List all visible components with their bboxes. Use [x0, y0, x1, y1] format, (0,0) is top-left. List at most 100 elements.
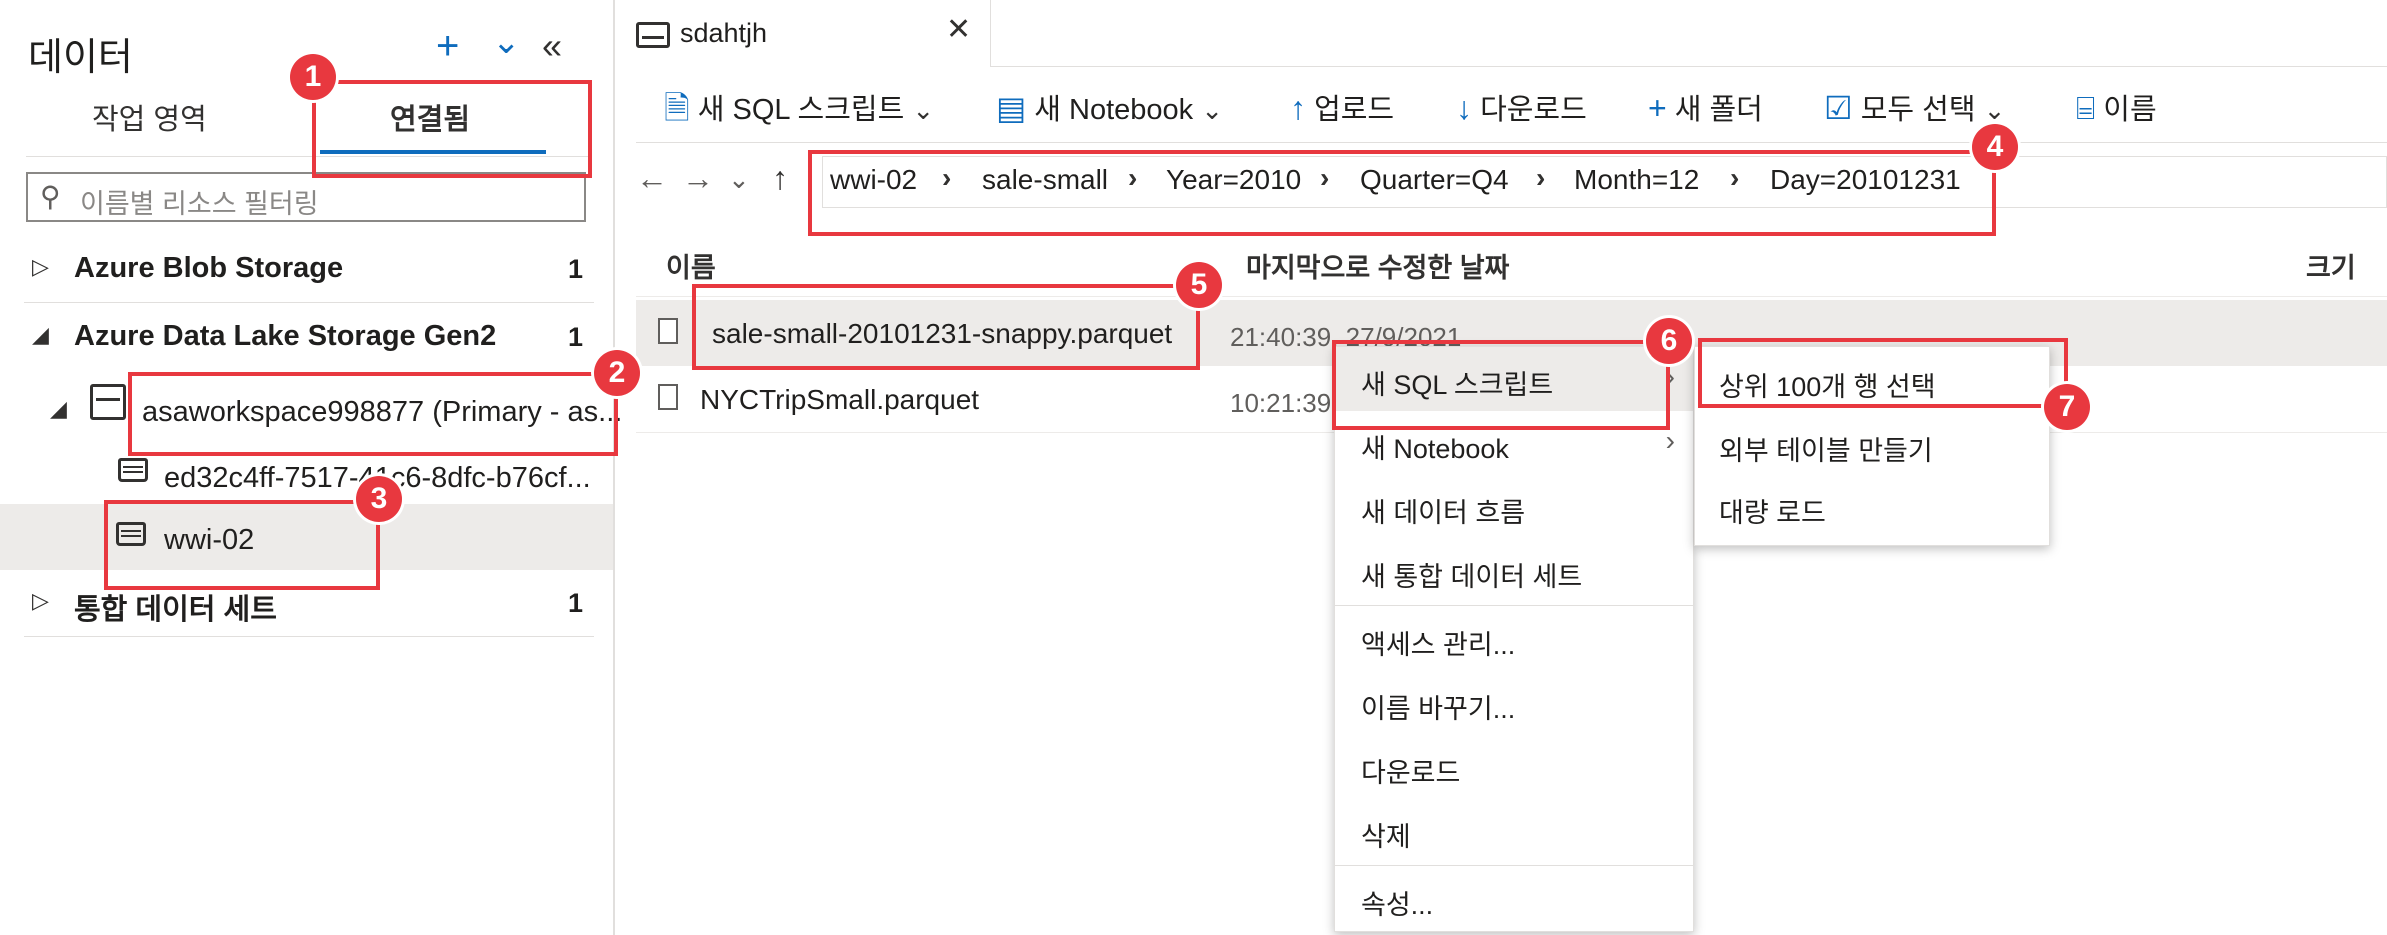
- menu-item-download[interactable]: 다운로드: [1335, 735, 1693, 799]
- tree-item-label: 통합 데이터 세트: [74, 594, 277, 626]
- button-label: 업로드: [1314, 94, 1395, 126]
- callout-box: [692, 284, 1200, 370]
- menu-item-rename[interactable]: 이름 바꾸기...: [1335, 671, 1693, 735]
- rename-icon: ⌸: [2076, 90, 2096, 126]
- menu-item-label: 새 데이터 흐름: [1361, 498, 1526, 528]
- tree-item-adls-gen2[interactable]: ◢ Azure Data Lake Storage Gen2 1: [0, 304, 613, 370]
- item-count: 1: [568, 322, 584, 352]
- back-arrow-icon[interactable]: ←: [636, 160, 668, 197]
- tree-item-azure-blob-storage[interactable]: ▷ Azure Blob Storage 1: [0, 236, 613, 302]
- callout-box: [128, 372, 618, 456]
- up-arrow-icon[interactable]: ↑: [772, 160, 788, 197]
- tree-item-label: Azure Data Lake Storage Gen2: [74, 320, 497, 352]
- file-modified-date: 10:21:39: [1230, 388, 1332, 418]
- new-sql-script-button[interactable]: 🗎 새 SQL 스크립트 ⌄: [664, 86, 934, 140]
- menu-item-delete[interactable]: 삭제: [1335, 799, 1693, 863]
- storage-account-icon: [90, 384, 126, 420]
- divider: [24, 636, 594, 637]
- chevron-down-icon[interactable]: ⌄: [1201, 95, 1223, 125]
- callout-badge: 7: [2044, 384, 2090, 430]
- divider: [24, 302, 594, 303]
- menu-divider: [1335, 605, 1693, 606]
- item-count: 1: [568, 254, 584, 284]
- expand-all-icon[interactable]: ⌄: [492, 22, 521, 62]
- chevron-down-icon[interactable]: ⌄: [912, 95, 934, 125]
- menu-item-properties[interactable]: 속성...: [1335, 867, 1693, 931]
- button-label: 모두 선택: [1860, 94, 1976, 126]
- checkbox-icon: ☑: [1824, 90, 1853, 126]
- callout-box: [1698, 338, 2068, 408]
- menu-item-new-integration-dataset[interactable]: 새 통합 데이터 세트: [1335, 539, 1693, 603]
- forward-arrow-icon[interactable]: →: [682, 160, 714, 197]
- menu-item-label: 삭제: [1361, 822, 1411, 852]
- callout-badge: 6: [1646, 318, 1692, 364]
- button-label: 새 Notebook: [1034, 94, 1194, 126]
- container-icon: [118, 458, 148, 482]
- callout-badge: 1: [290, 54, 336, 100]
- add-icon: +: [1648, 90, 1667, 126]
- tab-sdahtjh[interactable]: sdahtjh ✕: [620, 0, 991, 66]
- menu-item-manage-access[interactable]: 액세스 관리...: [1335, 607, 1693, 671]
- collapse-caret-icon[interactable]: ◢: [50, 396, 67, 422]
- callout-badge: 5: [1176, 262, 1222, 308]
- menu-item-label: 외부 테이블 만들기: [1719, 436, 1933, 466]
- button-label: 이름: [2103, 94, 2157, 126]
- divider: [990, 66, 2387, 67]
- button-label: 새 SQL 스크립트: [697, 94, 905, 126]
- column-header-size[interactable]: 크기: [2306, 246, 2356, 285]
- collapse-caret-icon[interactable]: ◢: [32, 322, 49, 348]
- tab-title: sdahtjh: [680, 18, 768, 48]
- menu-item-label: 이름 바꾸기...: [1361, 694, 1516, 724]
- menu-item-create-external-table[interactable]: 외부 테이블 만들기: [1695, 413, 2049, 477]
- panel-title: 데이터: [28, 37, 133, 79]
- menu-item-label: 속성...: [1361, 890, 1434, 920]
- download-button[interactable]: ↓ 다운로드: [1456, 86, 1587, 128]
- callout-box: [808, 150, 1996, 236]
- file-name: NYCTripSmall.parquet: [700, 384, 980, 415]
- callout-badge: 2: [594, 350, 640, 396]
- menu-item-label: 다운로드: [1361, 758, 1461, 788]
- select-all-button[interactable]: ☑ 모두 선택 ⌄: [1824, 86, 2005, 128]
- button-label: 새 폴더: [1674, 94, 1763, 126]
- column-header-name[interactable]: 이름: [666, 246, 716, 285]
- menu-item-label: 액세스 관리...: [1361, 630, 1516, 660]
- collapse-panel-icon[interactable]: «: [542, 26, 562, 66]
- container-icon: [636, 22, 670, 48]
- callout-box: [104, 500, 380, 590]
- filter-placeholder: 이름별 리소스 필터링: [80, 189, 319, 219]
- button-label: 다운로드: [1480, 94, 1587, 126]
- rename-button[interactable]: ⌸ 이름: [2076, 86, 2157, 128]
- expand-caret-icon[interactable]: ▷: [32, 588, 49, 614]
- divider: [636, 142, 2387, 143]
- new-notebook-button[interactable]: ▤ 새 Notebook ⌄: [996, 86, 1223, 128]
- file-icon: [658, 318, 678, 344]
- download-icon: ↓: [1456, 90, 1472, 126]
- callout-badge: 3: [356, 476, 402, 522]
- menu-item-label: 대량 로드: [1719, 498, 1826, 528]
- chevron-down-icon[interactable]: ⌄: [1984, 95, 2006, 125]
- callout-badge: 4: [1972, 124, 2018, 170]
- expand-caret-icon[interactable]: ▷: [32, 254, 49, 280]
- menu-divider: [1335, 865, 1693, 866]
- resource-filter-input[interactable]: ⚲ 이름별 리소스 필터링: [26, 172, 586, 222]
- close-icon[interactable]: ✕: [946, 12, 971, 47]
- upload-icon: ↑: [1290, 90, 1306, 126]
- chevron-down-icon[interactable]: ⌄: [728, 164, 750, 195]
- context-menu: 새 SQL 스크립트 › 새 Notebook › 새 데이터 흐름 새 통합 …: [1334, 346, 1694, 932]
- column-header-modified[interactable]: 마지막으로 수정한 날짜: [1246, 246, 1509, 285]
- callout-box: [1332, 340, 1670, 430]
- menu-item-label: 새 Notebook: [1361, 434, 1509, 464]
- callout-box: [312, 80, 592, 178]
- upload-button[interactable]: ↑ 업로드: [1290, 86, 1394, 128]
- tab-workspace[interactable]: 작업 영역: [92, 96, 207, 138]
- new-folder-button[interactable]: + 새 폴더: [1648, 86, 1763, 128]
- file-icon: [658, 384, 678, 410]
- sql-script-icon: 🗎: [664, 90, 690, 126]
- tree-item-label: Azure Blob Storage: [74, 252, 344, 284]
- item-count: 1: [568, 588, 584, 618]
- add-icon[interactable]: +: [436, 26, 459, 66]
- menu-item-new-data-flow[interactable]: 새 데이터 흐름: [1335, 475, 1693, 539]
- search-icon: ⚲: [40, 181, 61, 212]
- notebook-icon: ▤: [996, 90, 1027, 126]
- menu-item-bulk-load[interactable]: 대량 로드: [1695, 475, 2049, 539]
